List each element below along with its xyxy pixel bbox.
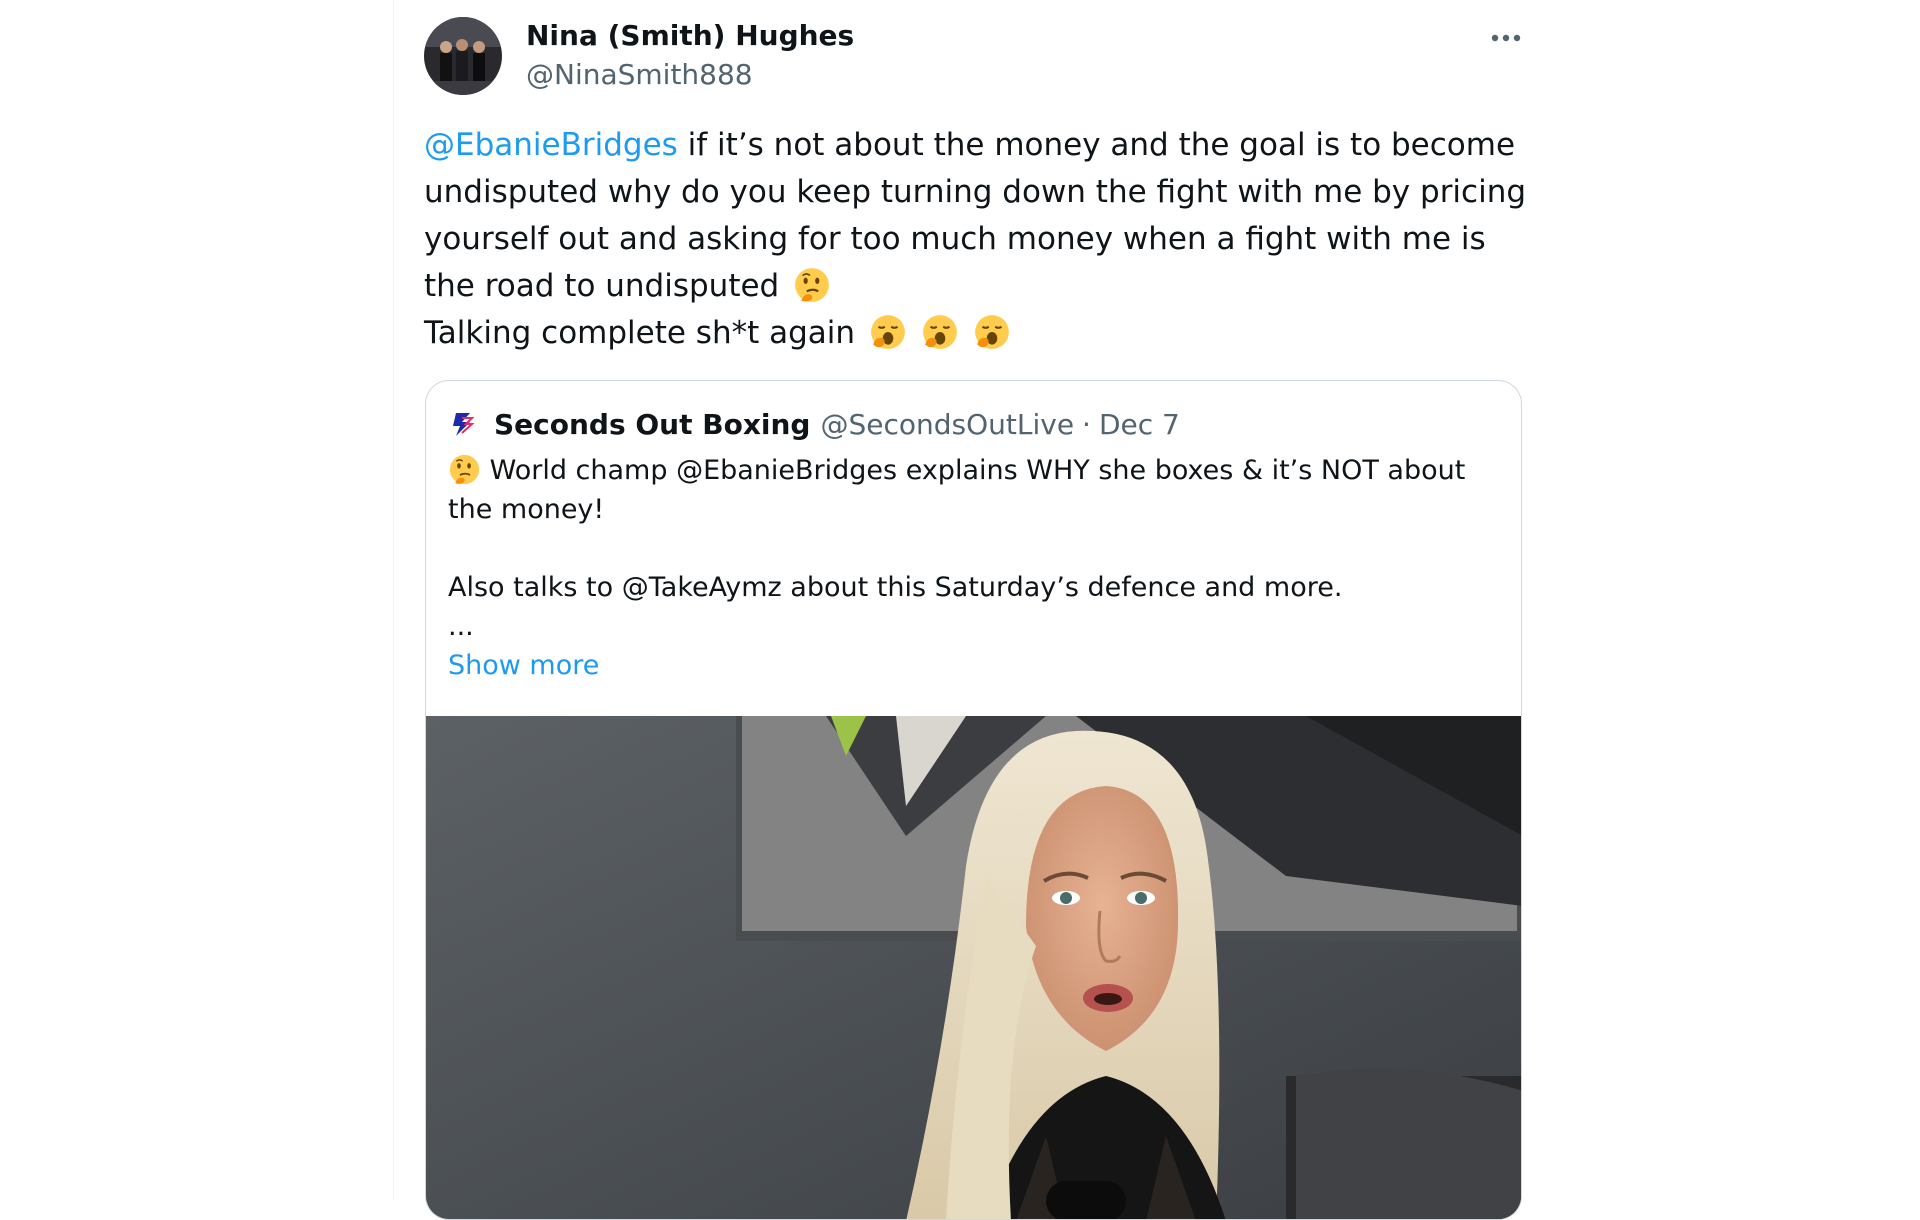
- seconds-out-logo-icon[interactable]: [448, 409, 478, 439]
- avatar[interactable]: [424, 17, 502, 95]
- quoted-video-thumbnail[interactable]: [426, 716, 1521, 1219]
- quoted-account-name[interactable]: Seconds Out Boxing: [494, 408, 810, 441]
- separator-dot: ·: [1082, 407, 1091, 441]
- thinking-face-emoji: [795, 268, 829, 302]
- thinking-face-emoji: [449, 454, 480, 485]
- quoted-tweet-header: Seconds Out Boxing @SecondsOutLive · Dec…: [448, 405, 1180, 443]
- quoted-text-line2: Also talks to @TakeAymz about this Satur…: [448, 572, 1343, 603]
- tweet-text-line2: Talking complete sh*t again: [424, 315, 856, 351]
- more-horizontal-icon: [1491, 34, 1521, 42]
- more-options-button[interactable]: [1482, 22, 1530, 54]
- quoted-text-line1: World champ @EbanieBridges explains WHY …: [448, 455, 1466, 525]
- yawning-face-emoji: [871, 315, 905, 349]
- quoted-tweet-card[interactable]: Seconds Out Boxing @SecondsOutLive · Dec…: [425, 380, 1522, 1220]
- quoted-tweet-date[interactable]: Dec 7: [1099, 408, 1180, 441]
- yawning-face-emoji: [974, 315, 1009, 349]
- mention-link[interactable]: @EbanieBridges: [424, 127, 678, 163]
- author-display-name[interactable]: Nina (Smith) Hughes: [526, 19, 854, 52]
- author-handle[interactable]: @NinaSmith888: [526, 58, 753, 91]
- yawning-face-emoji: [922, 315, 957, 349]
- quoted-text-ellipsis: ...: [448, 611, 474, 642]
- quoted-account-handle[interactable]: @SecondsOutLive: [820, 408, 1074, 441]
- tweet-text: @EbanieBridges if it’s not about the mon…: [424, 122, 1534, 357]
- timeline-column: Nina (Smith) Hughes @NinaSmith888 @Ebani…: [393, 0, 1663, 1220]
- quoted-tweet-body: World champ @EbanieBridges explains WHY …: [448, 451, 1498, 685]
- show-more-link[interactable]: Show more: [448, 646, 599, 685]
